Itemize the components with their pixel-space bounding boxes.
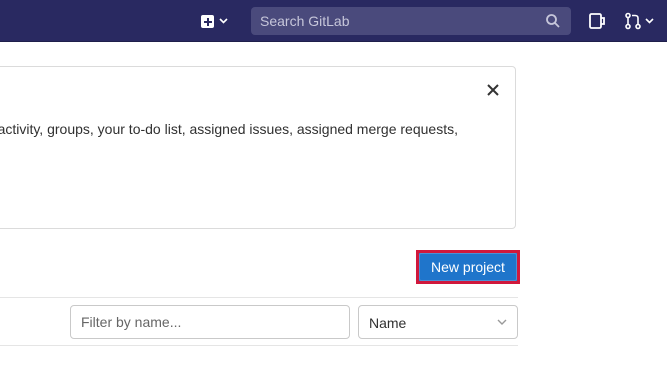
alert-message: ' activity, groups, your to-do list, ass…	[0, 121, 458, 137]
filter-by-name-input[interactable]	[70, 305, 350, 339]
todo-icon[interactable]	[588, 12, 606, 30]
divider	[0, 345, 518, 346]
new-project-button[interactable]: New project	[416, 250, 520, 284]
sort-dropdown[interactable]: Name	[358, 305, 518, 339]
chevron-down-icon	[497, 319, 507, 325]
top-navigation-bar	[0, 0, 667, 42]
merge-requests-dropdown[interactable]	[624, 10, 662, 32]
chevron-down-icon	[645, 18, 654, 24]
search-box[interactable]	[251, 7, 571, 35]
new-project-label: New project	[419, 253, 517, 281]
divider	[0, 297, 518, 298]
new-menu-dropdown[interactable]	[192, 9, 236, 33]
merge-request-icon	[625, 12, 641, 30]
search-icon[interactable]	[545, 13, 561, 29]
plus-square-icon	[200, 14, 214, 28]
chevron-down-icon	[218, 18, 228, 24]
welcome-alert: ' activity, groups, your to-do list, ass…	[0, 66, 516, 229]
search-input[interactable]	[260, 7, 530, 35]
close-icon[interactable]	[485, 82, 501, 98]
sort-selected-value: Name	[369, 315, 407, 331]
